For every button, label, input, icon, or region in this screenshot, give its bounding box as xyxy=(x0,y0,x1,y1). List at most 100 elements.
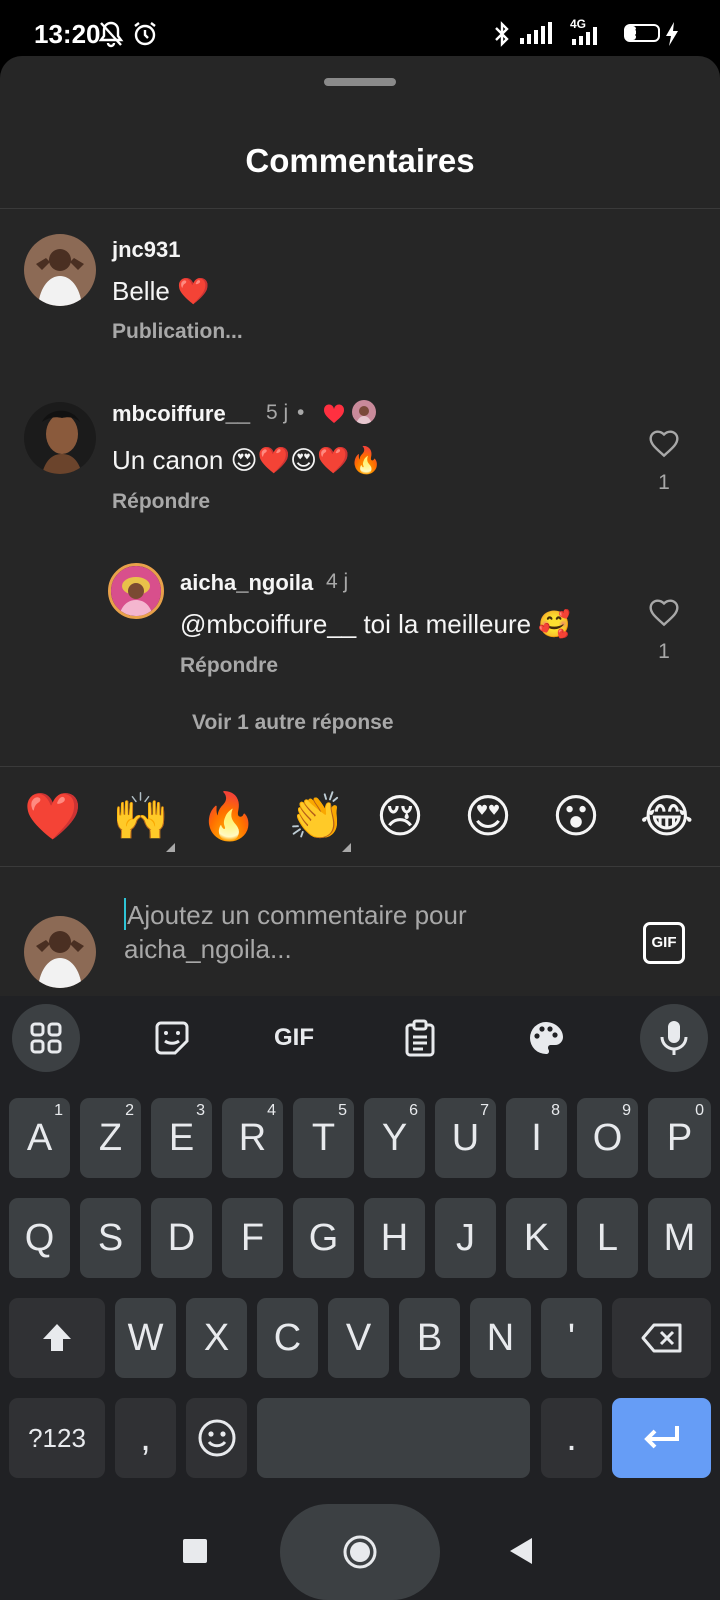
emoji-clap[interactable]: 👏 xyxy=(288,789,345,843)
key-hint: 6 xyxy=(409,1102,418,1119)
emoji-raised-hands[interactable]: 🙌 xyxy=(112,789,169,843)
key-f[interactable]: F xyxy=(222,1198,283,1278)
clipboard-icon[interactable] xyxy=(386,1004,454,1072)
key-apostrophe[interactable]: ' xyxy=(541,1298,602,1378)
avatar[interactable] xyxy=(24,402,96,474)
emoji-heart[interactable]: ❤️ xyxy=(24,789,81,843)
key-label: E xyxy=(168,1116,195,1159)
key-l[interactable]: L xyxy=(577,1198,638,1278)
key-label: T xyxy=(311,1116,336,1159)
like-count: 1 xyxy=(658,471,670,494)
key-y[interactable]: Y6 xyxy=(364,1098,425,1178)
battery-level: 31 xyxy=(634,25,650,40)
bluetooth-icon xyxy=(492,20,512,53)
alarm-icon xyxy=(131,20,159,53)
meta-separator: • xyxy=(297,401,305,424)
key-w[interactable]: W xyxy=(115,1298,176,1378)
key-label: Z xyxy=(98,1116,123,1159)
key-hint: 8 xyxy=(551,1102,560,1119)
author-avatar-small xyxy=(352,400,376,424)
comment-time: 4 j xyxy=(326,570,349,593)
skin-tone-indicator xyxy=(342,843,351,852)
key-g[interactable]: G xyxy=(293,1198,354,1278)
symbols-key[interactable]: ?123 xyxy=(9,1398,105,1478)
back-icon[interactable] xyxy=(508,1536,534,1571)
status-time: 13:20 xyxy=(34,19,101,49)
emoji-fire[interactable]: 🔥 xyxy=(200,789,257,843)
key-a[interactable]: A1 xyxy=(9,1098,70,1178)
key-label: U xyxy=(451,1116,480,1159)
palette-icon[interactable] xyxy=(512,1004,580,1072)
gif-button[interactable]: GIF xyxy=(643,922,685,964)
emoji-heart-eyes[interactable]: 😍 xyxy=(464,789,512,843)
microphone-icon[interactable] xyxy=(640,1004,708,1072)
key-s[interactable]: S xyxy=(80,1198,141,1278)
view-more-replies[interactable]: Voir 1 autre réponse xyxy=(192,711,394,735)
backspace-key[interactable] xyxy=(612,1298,711,1378)
header-divider xyxy=(0,208,720,209)
comment-time: 5 j xyxy=(266,401,289,424)
signal-4g-icon xyxy=(566,27,600,50)
backspace-icon xyxy=(641,1323,681,1353)
emoji-laughing[interactable]: 😂 xyxy=(640,789,694,843)
space-key[interactable] xyxy=(257,1398,530,1478)
comment-username[interactable]: jnc931 xyxy=(112,237,181,263)
emoji-crying[interactable]: 😢 xyxy=(376,789,424,843)
sheet-title: Commentaires xyxy=(245,142,475,179)
key-v[interactable]: V xyxy=(328,1298,389,1378)
key-hint: 3 xyxy=(196,1102,205,1119)
shift-key[interactable] xyxy=(9,1298,105,1378)
like-count: 1 xyxy=(658,640,670,663)
like-heart-icon[interactable] xyxy=(644,597,684,632)
key-hint: 4 xyxy=(267,1102,276,1119)
like-heart-icon[interactable] xyxy=(644,428,684,463)
key-i[interactable]: I8 xyxy=(506,1098,567,1178)
key-n[interactable]: N xyxy=(470,1298,531,1378)
key-hint: 2 xyxy=(125,1102,134,1119)
key-e[interactable]: E3 xyxy=(151,1098,212,1178)
key-r[interactable]: R4 xyxy=(222,1098,283,1178)
reply-button[interactable]: Répondre xyxy=(112,490,210,514)
key-t[interactable]: T5 xyxy=(293,1098,354,1178)
key-hint: 5 xyxy=(338,1102,347,1119)
emoji-key[interactable] xyxy=(186,1398,247,1478)
avatar[interactable] xyxy=(108,563,164,619)
quick-emoji-bar: ❤️ 🙌 🔥 👏 😢 😍 😮 😂 xyxy=(0,767,720,867)
comma-key[interactable]: , xyxy=(115,1398,176,1478)
bell-off-icon xyxy=(98,20,124,53)
key-u[interactable]: U7 xyxy=(435,1098,496,1178)
key-q[interactable]: Q xyxy=(9,1198,70,1278)
comment-text: Belle ❤️ xyxy=(112,276,210,306)
signal-icon xyxy=(520,22,552,49)
gif-icon[interactable]: GIF xyxy=(260,1004,328,1072)
key-label: I xyxy=(531,1116,542,1159)
key-z[interactable]: Z2 xyxy=(80,1098,141,1178)
reply-button[interactable]: Répondre xyxy=(180,654,278,678)
emoji-surprised[interactable]: 😮 xyxy=(552,789,600,843)
key-p[interactable]: P0 xyxy=(648,1098,711,1178)
comment-input[interactable]: Ajoutez un commentaire pour aicha_ngoila… xyxy=(124,898,604,966)
apps-grid-icon[interactable] xyxy=(12,1004,80,1072)
key-b[interactable]: B xyxy=(399,1298,460,1378)
comment-username[interactable]: aicha_ngoila xyxy=(180,570,313,596)
post-label[interactable]: Publication... xyxy=(112,320,243,344)
home-icon[interactable] xyxy=(342,1534,378,1575)
key-m[interactable]: M xyxy=(648,1198,711,1278)
key-c[interactable]: C xyxy=(257,1298,318,1378)
key-h[interactable]: H xyxy=(364,1198,425,1278)
key-o[interactable]: O9 xyxy=(577,1098,638,1178)
charging-icon xyxy=(664,22,680,51)
drag-handle[interactable] xyxy=(324,78,396,86)
recents-icon[interactable] xyxy=(182,1538,208,1569)
comment-username[interactable]: mbcoiffure__ xyxy=(112,401,250,427)
period-key[interactable]: . xyxy=(541,1398,602,1478)
sticker-icon[interactable] xyxy=(138,1004,206,1072)
key-hint: 9 xyxy=(622,1102,631,1119)
key-d[interactable]: D xyxy=(151,1198,212,1278)
enter-key[interactable] xyxy=(612,1398,711,1478)
key-j[interactable]: J xyxy=(435,1198,496,1278)
key-hint: 0 xyxy=(695,1102,704,1119)
key-x[interactable]: X xyxy=(186,1298,247,1378)
key-k[interactable]: K xyxy=(506,1198,567,1278)
avatar[interactable] xyxy=(24,234,96,306)
